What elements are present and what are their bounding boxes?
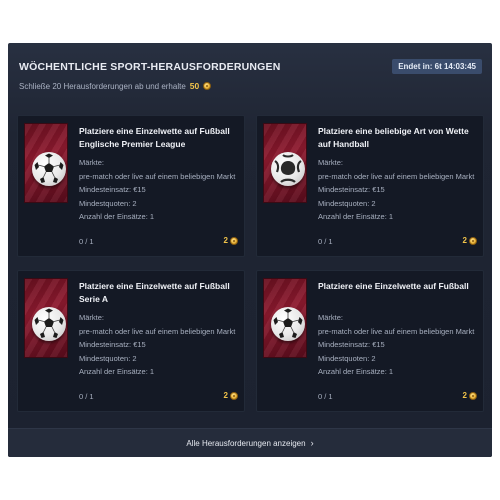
countdown-badge: Endet in: 6t 14:03:45 bbox=[392, 59, 482, 74]
bets-count: Anzahl der Einsätze: 1 bbox=[318, 367, 394, 377]
panel-subtitle: Schließe 20 Herausforderungen ab und erh… bbox=[19, 81, 212, 91]
coin-icon bbox=[469, 236, 477, 245]
min-odds: Mindestquoten: 2 bbox=[318, 353, 376, 363]
challenge-details: Märkte: pre-match oder live auf einem be… bbox=[79, 156, 239, 224]
challenge-details: Märkte: pre-match oder live auf einem be… bbox=[79, 311, 239, 379]
challenge-title: Platziere eine Einzelwette auf Fußball bbox=[318, 281, 469, 291]
min-stake: Mindesteinsatz: €15 bbox=[318, 185, 385, 195]
min-stake: Mindesteinsatz: €15 bbox=[318, 340, 385, 350]
panel-header: Wöchentliche Sport-Herausforderungen Sch… bbox=[8, 43, 492, 101]
challenge-progress: 0 / 1 bbox=[318, 392, 333, 401]
challenge-progress: 0 / 1 bbox=[79, 392, 94, 401]
challenge-details: Märkte: pre-match oder live auf einem be… bbox=[318, 311, 478, 379]
markets-value: pre-match oder live auf einem beliebigen… bbox=[79, 326, 236, 336]
markets-label: Märkte: bbox=[318, 313, 344, 322]
challenge-title: Platziere eine beliebige Art von Wette a… bbox=[318, 126, 469, 149]
challenge-card[interactable]: Platziere eine Einzelwette auf Fußball E… bbox=[17, 115, 245, 257]
coin-icon bbox=[230, 391, 238, 400]
challenge-reward: 2 bbox=[463, 236, 477, 245]
challenge-progress: 0 / 1 bbox=[79, 237, 94, 246]
reward-value: 2 bbox=[223, 236, 228, 245]
markets-value: pre-match oder live auf einem beliebigen… bbox=[79, 171, 236, 181]
min-stake: Mindesteinsatz: €15 bbox=[79, 185, 146, 195]
challenge-title: Platziere eine Einzelwette auf Fußball E… bbox=[79, 126, 230, 149]
chevron-right-icon: › bbox=[310, 438, 314, 448]
challenge-card[interactable]: Platziere eine Einzelwette auf Fußball M… bbox=[256, 270, 484, 412]
markets-label: Märkte: bbox=[79, 158, 105, 167]
total-reward-value: 50 bbox=[189, 81, 200, 91]
handball-icon bbox=[271, 152, 305, 186]
markets-value: pre-match oder live auf einem beliebigen… bbox=[318, 171, 475, 181]
coin-icon bbox=[230, 236, 238, 245]
challenge-reward: 2 bbox=[224, 236, 238, 245]
football-icon bbox=[271, 307, 305, 341]
reward-value: 2 bbox=[223, 391, 228, 400]
view-all-challenges-button[interactable]: Alle Herausforderungen anzeigen › bbox=[8, 428, 492, 457]
challenge-title: Platziere eine Einzelwette auf Fußball S… bbox=[79, 281, 230, 304]
min-stake: Mindesteinsatz: €15 bbox=[79, 340, 146, 350]
bets-count: Anzahl der Einsätze: 1 bbox=[79, 367, 155, 377]
challenges-panel: Wöchentliche Sport-Herausforderungen Sch… bbox=[8, 43, 492, 457]
coin-icon bbox=[469, 391, 477, 400]
bets-count: Anzahl der Einsätze: 1 bbox=[79, 212, 155, 222]
challenge-progress: 0 / 1 bbox=[318, 237, 333, 246]
reward-value: 2 bbox=[462, 391, 467, 400]
panel-title: Wöchentliche Sport-Herausforderungen bbox=[19, 61, 281, 73]
min-odds: Mindestquoten: 2 bbox=[318, 198, 376, 208]
bets-count: Anzahl der Einsätze: 1 bbox=[318, 212, 394, 222]
football-icon bbox=[32, 307, 66, 341]
challenge-reward: 2 bbox=[463, 391, 477, 400]
card-artwork bbox=[24, 123, 68, 203]
challenge-card[interactable]: Platziere eine Einzelwette auf Fußball S… bbox=[17, 270, 245, 412]
challenge-reward: 2 bbox=[224, 391, 238, 400]
card-artwork bbox=[263, 123, 307, 203]
markets-label: Märkte: bbox=[79, 313, 105, 322]
challenge-details: Märkte: pre-match oder live auf einem be… bbox=[318, 156, 478, 224]
coin-icon bbox=[203, 82, 212, 90]
card-artwork bbox=[263, 278, 307, 358]
card-artwork bbox=[24, 278, 68, 358]
subtitle-text: Schließe 20 Herausforderungen ab und erh… bbox=[19, 81, 186, 91]
football-icon bbox=[32, 152, 66, 186]
min-odds: Mindestquoten: 2 bbox=[79, 198, 137, 208]
markets-value: pre-match oder live auf einem beliebigen… bbox=[318, 326, 475, 336]
challenge-card[interactable]: Platziere eine beliebige Art von Wette a… bbox=[256, 115, 484, 257]
min-odds: Mindestquoten: 2 bbox=[79, 353, 137, 363]
markets-label: Märkte: bbox=[318, 158, 344, 167]
reward-value: 2 bbox=[462, 236, 467, 245]
view-all-label: Alle Herausforderungen anzeigen bbox=[186, 438, 306, 448]
